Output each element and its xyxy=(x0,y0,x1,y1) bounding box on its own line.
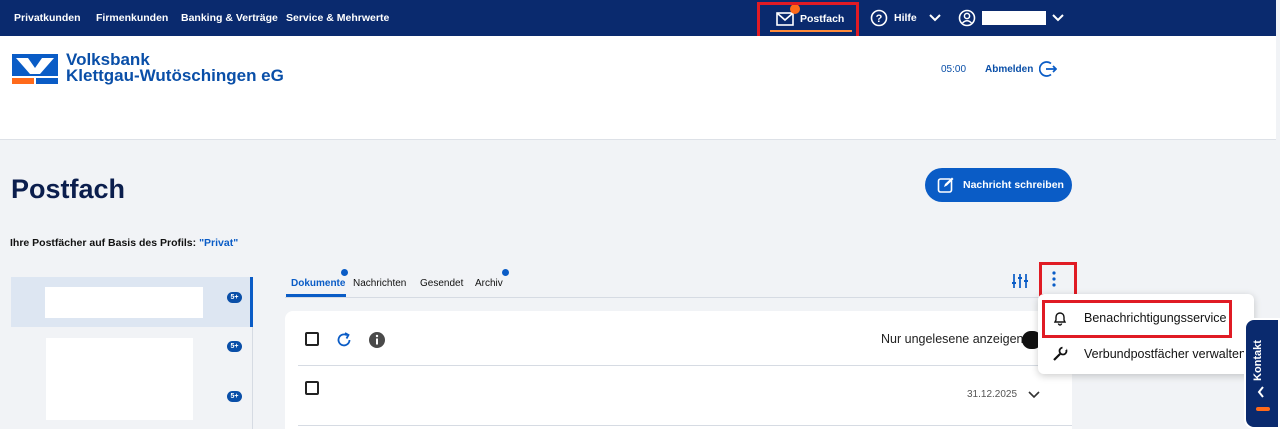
nav-hilfe[interactable]: ? Hilfe xyxy=(870,0,941,36)
user-menu[interactable] xyxy=(958,0,1064,36)
profile-prefix: Ihre Postfächer auf Basis des Profils: xyxy=(10,237,200,249)
nav-service-mehrwerte[interactable]: Service & Mehrwerte xyxy=(286,0,389,36)
list-divider xyxy=(298,365,1072,366)
tab-nachrichten[interactable]: Nachrichten xyxy=(353,276,420,292)
nav-hilfe-label: Hilfe xyxy=(894,12,917,24)
profile-info: Ihre Postfächer auf Basis des Profils: "… xyxy=(10,237,238,249)
user-icon xyxy=(958,9,976,27)
chevron-down-icon xyxy=(929,14,941,22)
top-navigation: Privatkunden Firmenkunden Banking & Vert… xyxy=(0,0,1276,36)
highlight-benachrichtigungsservice xyxy=(1042,300,1232,338)
chevron-left-icon xyxy=(1257,386,1264,398)
mailbox-count-badge: 5+ xyxy=(227,341,242,352)
site-header: Volksbank Klettgau-Wutöschingen eG 05:00… xyxy=(0,36,1276,140)
tab-dokumente[interactable]: Dokumente xyxy=(291,276,353,292)
menu-item-label: Verbundpostfächer verwalten xyxy=(1084,347,1246,361)
sidebar-divider xyxy=(252,327,253,429)
page-title: Postfach xyxy=(11,174,126,204)
active-tab-indicator xyxy=(286,294,346,297)
logout-button[interactable]: Abmelden xyxy=(985,60,1058,78)
volksbank-logo[interactable] xyxy=(12,54,58,84)
write-message-label: Nachricht schreiben xyxy=(963,179,1064,191)
help-icon: ? xyxy=(870,9,888,27)
chevron-down-icon[interactable] xyxy=(1028,391,1040,399)
mailbox-name-redacted xyxy=(45,287,203,318)
profile-name: "Privat" xyxy=(199,237,239,249)
highlight-postfach xyxy=(757,2,859,39)
nav-banking-vertraege[interactable]: Banking & Verträge xyxy=(181,0,278,36)
svg-text:?: ? xyxy=(876,13,883,25)
highlight-more-options xyxy=(1039,262,1077,297)
row-checkbox[interactable] xyxy=(305,381,319,395)
select-all-checkbox[interactable] xyxy=(305,332,319,346)
session-timer: 05:00 xyxy=(941,64,967,75)
menu-item-verbundpostfaecher[interactable]: Verbundpostfächer verwalten xyxy=(1038,336,1254,372)
edit-icon xyxy=(937,177,954,193)
logout-label: Abmelden xyxy=(985,63,1034,75)
row-date: 31.12.2025 xyxy=(967,389,1018,400)
tab-archiv-unread-dot xyxy=(502,269,509,276)
nav-firmenkunden[interactable]: Firmenkunden xyxy=(96,0,168,36)
unread-filter-label: Nur ungelesene anzeigen xyxy=(881,332,1024,346)
contact-label: Kontakt xyxy=(1252,340,1264,382)
mailbox-count-badge: 5+ xyxy=(227,391,242,402)
tab-gesendet[interactable]: Gesendet xyxy=(420,276,475,292)
nav-privatkunden[interactable]: Privatkunden xyxy=(14,0,81,36)
user-name-redacted xyxy=(982,11,1046,25)
mailbox-tabs: Dokumente Nachrichten Gesendet Archiv xyxy=(291,276,515,292)
info-icon[interactable] xyxy=(368,331,386,349)
filter-icon[interactable] xyxy=(1011,272,1029,290)
mailbox-name-redacted[interactable] xyxy=(46,338,193,420)
logout-icon xyxy=(1039,61,1058,77)
bank-name-line2: Klettgau-Wutöschingen eG xyxy=(66,66,284,85)
tab-archiv[interactable]: Archiv xyxy=(475,276,515,292)
message-list xyxy=(285,311,1072,429)
mailbox-count-badge: 5+ xyxy=(227,292,242,303)
wrench-icon xyxy=(1053,346,1068,361)
write-message-button[interactable]: Nachricht schreiben xyxy=(925,168,1072,202)
tab-dokumente-unread-dot xyxy=(341,269,348,276)
chevron-down-icon xyxy=(1052,14,1064,22)
contact-accent-bar xyxy=(1256,407,1270,411)
refresh-icon[interactable] xyxy=(335,331,353,349)
bank-name: Volksbank Klettgau-Wutöschingen eG xyxy=(66,51,284,85)
tabs-divider xyxy=(285,297,1072,298)
list-divider xyxy=(298,425,1072,426)
